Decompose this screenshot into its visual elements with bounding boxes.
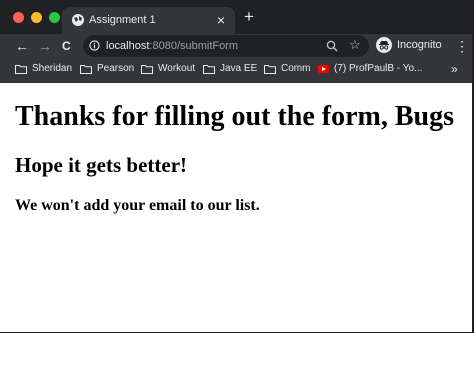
bookmark-workout[interactable]: Workout [141,62,195,76]
bookmark-sheridan[interactable]: Sheridan [15,62,72,76]
tab-assignment-1[interactable]: Assignment 1 × [62,7,235,34]
bookmarks-bar: Sheridan Pearson Workout Java EE Comm (7… [0,58,472,83]
globe-icon [72,14,84,26]
back-icon[interactable]: ← [15,38,29,54]
tab-title: Assignment 1 [89,14,156,26]
bookmark-label: (7) ProfPaulB - Yo... [334,63,423,74]
page-heading: Thanks for filling out the form, Bugs [15,101,454,132]
page-subheading: Hope it gets better! [15,153,188,177]
url-host: localhost [106,40,150,52]
forward-icon[interactable]: → [38,38,52,54]
bookmark-label: Workout [158,63,196,74]
close-window-button[interactable] [13,12,24,23]
youtube-icon [318,65,329,73]
folder-icon [80,64,92,74]
reload-icon[interactable]: C [62,38,71,54]
info-icon[interactable] [89,40,100,51]
bookmark-label: Comm [281,63,311,74]
address-bar[interactable]: localhost:8080/submitForm ☆ [83,35,369,57]
browser-window: Assignment 1 × + ← → C localhost:8080/su… [0,0,474,333]
folder-icon [15,64,27,74]
bookmark-comm[interactable]: Comm [264,62,310,76]
bookmark-label: Pearson [97,63,135,74]
folder-icon [203,64,215,74]
profile-label: Incognito [397,39,442,51]
page-content: Thanks for filling out the form, Bugs Ho… [0,83,472,332]
bookmark-label: Sheridan [32,63,73,74]
page-message: We won't add your email to our list. [15,197,260,214]
bookmark-star-icon[interactable]: ☆ [349,37,361,53]
bookmark-profpaulb[interactable]: (7) ProfPaulB - Yo... [318,62,422,76]
browser-toolbar: ← → C localhost:8080/submitForm ☆ Incogn… [0,34,472,58]
zoom-window-button[interactable] [49,12,60,23]
close-tab-icon[interactable]: × [217,12,225,28]
new-tab-icon[interactable]: + [240,7,258,27]
bookmark-java-ee[interactable]: Java EE [203,62,257,76]
profile-button[interactable]: Incognito [376,37,442,53]
window-controls [13,12,60,23]
folder-icon [141,64,153,74]
bookmarks-overflow-icon[interactable]: » [451,61,458,77]
incognito-icon [376,37,392,53]
tab-strip: Assignment 1 × + [0,0,472,34]
more-menu-icon[interactable]: ⋮ [455,38,469,54]
zoom-icon[interactable] [326,40,338,52]
url-path: :8080/submitForm [149,40,239,52]
url-text[interactable]: localhost:8080/submitForm [106,39,238,53]
bookmark-label: Java EE [220,63,258,74]
folder-icon [264,64,276,74]
minimize-window-button[interactable] [31,12,42,23]
bookmark-pearson[interactable]: Pearson [80,62,134,76]
